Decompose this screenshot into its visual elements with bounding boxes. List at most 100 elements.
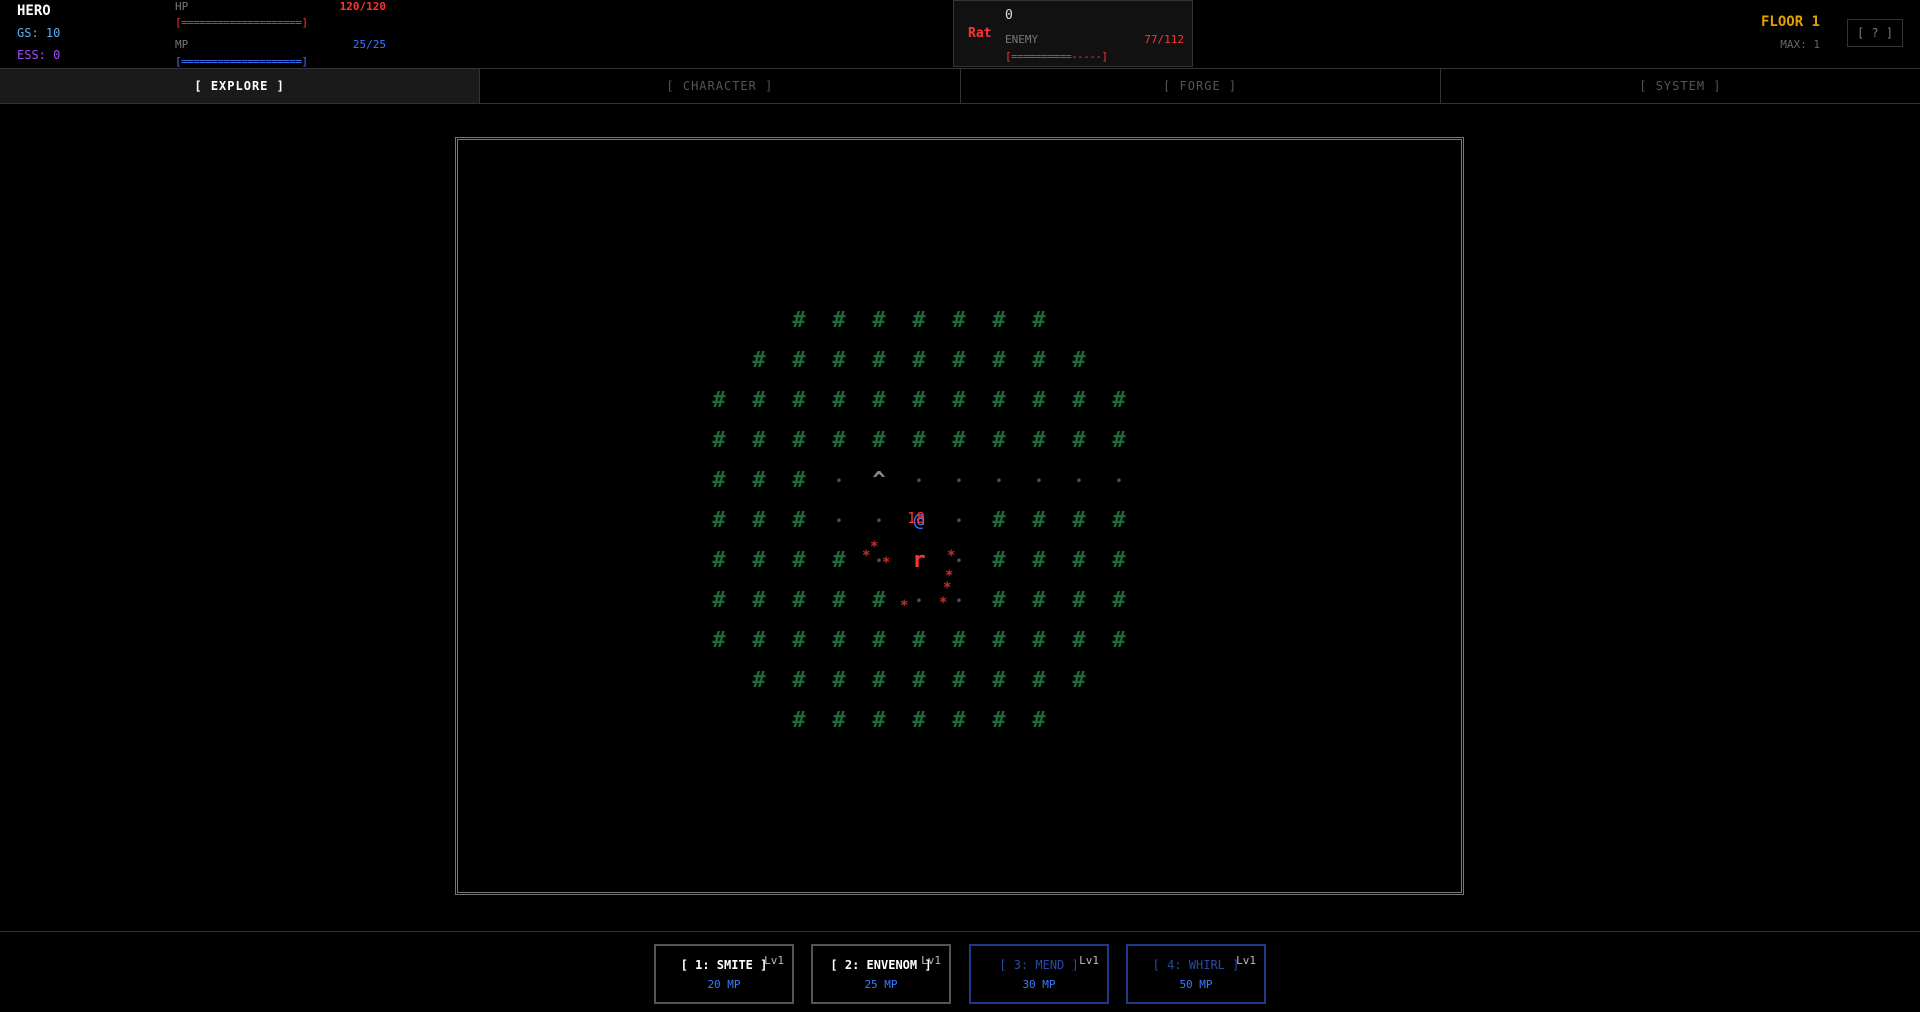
wall-tile: # [952, 628, 966, 653]
wall-tile: # [712, 508, 726, 533]
wall-tile: # [832, 308, 846, 333]
wall-tile: # [712, 428, 726, 453]
enemy-name: Rat [968, 26, 992, 41]
wall-tile: # [992, 628, 1006, 653]
wall-tile: # [1112, 428, 1126, 453]
wall-tile: # [952, 708, 966, 733]
hp-value: 120/120 [339, 0, 386, 13]
wall-tile: # [992, 588, 1006, 613]
wall-tile: # [992, 428, 1006, 453]
wall-tile: # [752, 348, 766, 373]
wall-tile: # [792, 508, 806, 533]
tab-explore[interactable]: [ EXPLORE ] [0, 69, 481, 103]
wall-tile: # [912, 348, 926, 373]
enemy-hp-bar: [==========-----] [1005, 50, 1108, 63]
skill-button-1[interactable]: [ 1: SMITE ] Lv1 20 MP [654, 944, 794, 1004]
floor-tile: • [1035, 474, 1043, 488]
wall-tile: # [1032, 548, 1046, 573]
wall-tile: # [752, 628, 766, 653]
wall-tile: # [912, 708, 926, 733]
wall-tile: # [912, 308, 926, 333]
tab-system[interactable]: [ SYSTEM ] [1441, 69, 1920, 103]
wall-tile: # [1072, 588, 1086, 613]
wall-tile: # [1032, 428, 1046, 453]
wall-tile: # [792, 708, 806, 733]
enemy-label: ENEMY [1005, 33, 1039, 46]
wall-tile: # [1072, 388, 1086, 413]
wall-tile: # [952, 388, 966, 413]
wall-tile: # [1032, 668, 1046, 693]
wall-tile: # [832, 708, 846, 733]
floor-tile: • [835, 474, 843, 488]
wall-tile: # [952, 428, 966, 453]
hero-name: HERO [17, 3, 51, 19]
floor-tile: • [955, 474, 963, 488]
tab-character[interactable]: [ CHARACTER ] [480, 69, 961, 103]
tab-forge[interactable]: [ FORGE ] [961, 69, 1441, 103]
wall-tile: # [792, 308, 806, 333]
hit-particle: * [870, 539, 879, 555]
skill-cost: 50 MP [1179, 978, 1213, 991]
floor-tile: • [955, 514, 963, 528]
wall-tile: # [1032, 388, 1046, 413]
skill-cost: 25 MP [864, 978, 898, 991]
wall-tile: # [1032, 308, 1046, 333]
floor-tile: • [1115, 474, 1123, 488]
skill-cost: 20 MP [707, 978, 741, 991]
wall-tile: # [1032, 508, 1046, 533]
help-button[interactable]: [ ? ] [1847, 19, 1903, 47]
skill-button-2[interactable]: [ 2: ENVENOM ] Lv1 25 MP [811, 944, 951, 1004]
essence-count: ESS: 0 [17, 48, 61, 62]
wall-tile: # [952, 308, 966, 333]
floor-tile: • [1075, 474, 1083, 488]
wall-tile: # [752, 468, 766, 493]
wall-tile: # [952, 348, 966, 373]
dungeon-map[interactable]: # # # # # # # # # # # # # # # # # # # # # # # # # # # # # # # # # # # # # # # #… [455, 137, 1464, 895]
wall-tile: # [952, 668, 966, 693]
wall-tile: # [912, 628, 926, 653]
wall-tile: # [792, 548, 806, 573]
wall-tile: # [832, 668, 846, 693]
hit-particle: * [947, 548, 956, 564]
wall-tile: # [1112, 628, 1126, 653]
wall-tile: # [872, 308, 886, 333]
wall-tile: # [992, 348, 1006, 373]
wall-tile: # [792, 628, 806, 653]
wall-tile: # [1072, 548, 1086, 573]
enemy-counter: 0 [1005, 8, 1013, 23]
wall-tile: # [1072, 428, 1086, 453]
wall-tile: # [992, 508, 1006, 533]
tab-bar: [ EXPLORE ] [ CHARACTER ] [ FORGE ] [ SY… [0, 68, 1920, 104]
wall-tile: # [1112, 388, 1126, 413]
wall-tile: # [832, 588, 846, 613]
wall-tile: # [1112, 548, 1126, 573]
enemy-hp-value: 77/112 [1144, 33, 1184, 46]
wall-tile: # [1032, 628, 1046, 653]
wall-tile: # [872, 708, 886, 733]
wall-tile: # [992, 548, 1006, 573]
wall-tile: # [752, 388, 766, 413]
skill-button-4[interactable]: [ 4: WHIRL ] Lv1 50 MP [1126, 944, 1266, 1004]
wall-tile: # [872, 588, 886, 613]
hit-particle: * [939, 595, 948, 611]
wall-tile: # [1072, 628, 1086, 653]
skill-level: Lv1 [1079, 954, 1099, 967]
wall-tile: # [832, 628, 846, 653]
wall-tile: # [912, 428, 926, 453]
skill-button-3[interactable]: [ 3: MEND ] Lv1 30 MP [969, 944, 1109, 1004]
wall-tile: # [792, 428, 806, 453]
wall-tile: # [712, 628, 726, 653]
hit-particle: * [882, 555, 891, 571]
wall-tile: # [1072, 508, 1086, 533]
skill-cost: 30 MP [1022, 978, 1056, 991]
hit-particle: * [943, 580, 952, 596]
wall-tile: # [712, 548, 726, 573]
wall-tile: # [752, 548, 766, 573]
wall-tile: # [832, 548, 846, 573]
wall-tile: # [872, 668, 886, 693]
wall-tile: # [1072, 668, 1086, 693]
wall-tile: # [992, 708, 1006, 733]
rat-enemy-icon[interactable]: r [899, 541, 939, 581]
wall-tile: # [792, 388, 806, 413]
hit-particle: * [862, 548, 871, 564]
